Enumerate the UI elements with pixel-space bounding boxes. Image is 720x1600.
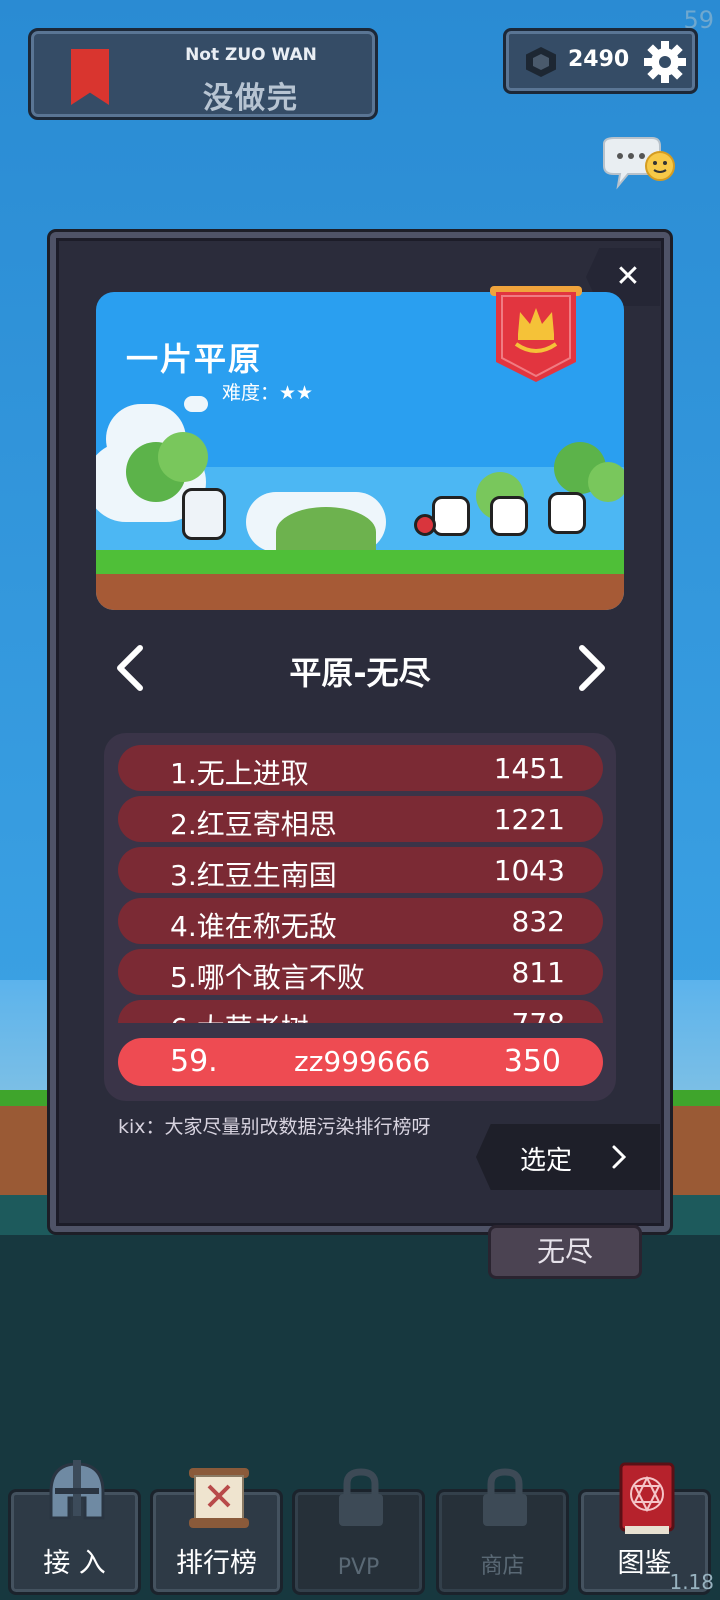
- my-rank: 59.: [170, 1044, 218, 1079]
- player-name: 6.大萝老树: [170, 1007, 309, 1023]
- player-name: 4.谁在称无敌: [170, 910, 337, 943]
- nav-item-shop[interactable]: 商店: [436, 1468, 569, 1595]
- level-title: 没做完: [203, 81, 299, 116]
- enemy-sprite: [548, 492, 586, 534]
- nav-label: 接 入: [43, 1548, 106, 1579]
- leaderboard-note: kix：大家尽量别改数据污染排行榜呀: [118, 1116, 431, 1138]
- leaderboard-list[interactable]: 1.无上进取 1451 2.红豆寄相思 1221 3.红豆生南国 1043 4.…: [118, 745, 603, 1023]
- player-score: 832: [511, 905, 565, 938]
- nav-label: 商店: [480, 1554, 525, 1579]
- nav-label: 排行榜: [176, 1548, 257, 1579]
- scroll-icon: [189, 1468, 249, 1528]
- bookmark-icon: [71, 49, 109, 105]
- version-label: 1.18: [669, 1570, 714, 1594]
- enemy-sprite: [432, 496, 470, 536]
- player-name: 2.红豆寄相思: [170, 808, 337, 841]
- currency-value: 2490: [568, 47, 630, 72]
- leaderboard-row: 5.哪个敢言不败 811: [118, 949, 603, 995]
- currency-panel: 2490: [503, 28, 698, 94]
- leaderboard-row: 2.红豆寄相思 1221: [118, 796, 603, 842]
- stage-name: 一片平原: [126, 340, 263, 378]
- level-subtitle: Not ZUO WAN: [185, 45, 317, 65]
- lock-icon: [483, 1468, 527, 1526]
- chat-icon[interactable]: [600, 136, 680, 196]
- player-score: 1221: [493, 803, 565, 836]
- player-score: 811: [511, 956, 565, 989]
- lock-icon: [339, 1468, 383, 1526]
- select-button-label: 选定: [520, 1146, 573, 1176]
- player-score: 778: [512, 1007, 565, 1023]
- bottom-nav: 接 入 排行榜 PVP 商店 图鉴: [0, 1455, 720, 1600]
- knight-sprite: [182, 488, 226, 540]
- gear-icon[interactable]: [642, 39, 688, 85]
- helmet-icon: [49, 1460, 105, 1520]
- crown-banner-icon: [490, 286, 582, 382]
- nav-item-pvp[interactable]: PVP: [292, 1468, 425, 1595]
- leaderboard-row: 4.谁在称无敌 832: [118, 898, 603, 944]
- nav-item-leaderboard[interactable]: 排行榜: [150, 1468, 283, 1595]
- chevron-right-icon[interactable]: [572, 642, 612, 694]
- leaderboard-row: 3.红豆生南国 1043: [118, 847, 603, 893]
- player-score: 1451: [493, 752, 565, 785]
- player-name: 5.哪个敢言不败: [170, 961, 365, 994]
- chevron-right-icon: [612, 1145, 627, 1169]
- select-button[interactable]: 选定: [476, 1124, 660, 1190]
- nav-item-access[interactable]: 接 入: [8, 1460, 141, 1595]
- player-name: 1.无上进取: [170, 757, 309, 790]
- book-icon: [619, 1462, 675, 1534]
- nav-label: PVP: [337, 1555, 380, 1580]
- gem-icon: [526, 47, 556, 77]
- enemy-sprite: [490, 496, 528, 536]
- leaderboard-row: 6.大萝老树 778: [118, 1000, 603, 1023]
- my-name: zz999666: [294, 1045, 431, 1078]
- endless-mode-tab[interactable]: 无尽: [488, 1225, 642, 1279]
- my-score: 350: [503, 1044, 561, 1079]
- my-rank-row: 59. zz999666 350: [118, 1038, 603, 1086]
- leaderboard-row: 1.无上进取 1451: [118, 745, 603, 791]
- player-score: 1043: [493, 854, 565, 887]
- level-card[interactable]: Not ZUO WAN 没做完: [28, 28, 378, 120]
- player-name: 3.红豆生南国: [170, 859, 337, 892]
- mode-title: 平原-无尽: [289, 654, 431, 692]
- difficulty-label: 难度：★★: [222, 382, 314, 404]
- chevron-left-icon[interactable]: [110, 642, 150, 694]
